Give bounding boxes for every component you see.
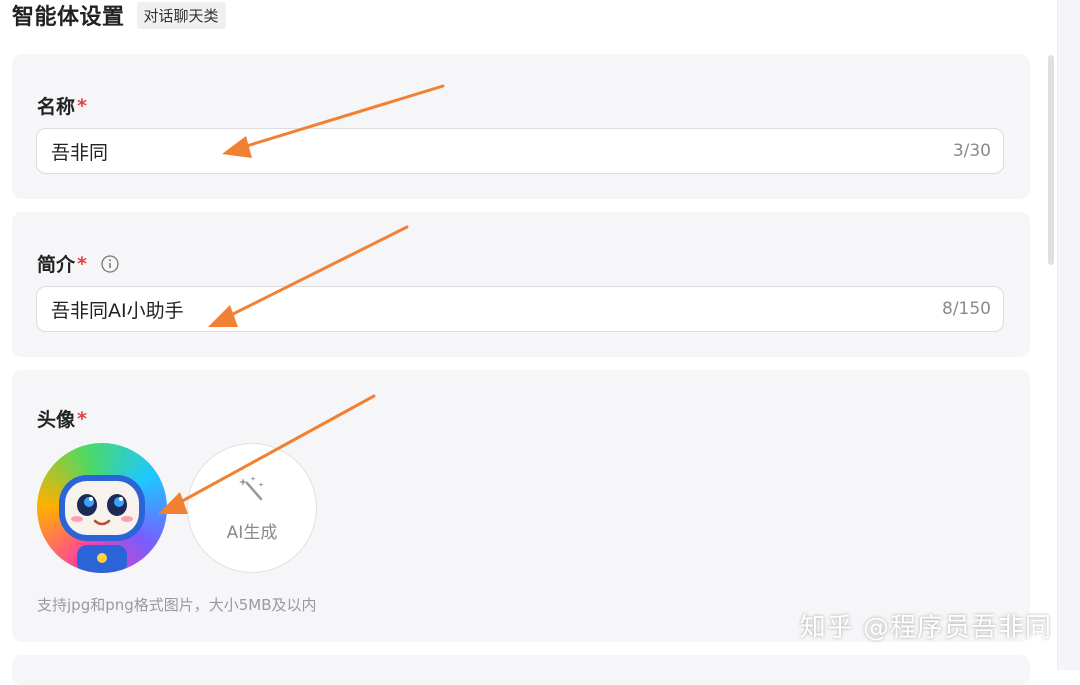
required-mark: * — [77, 407, 87, 430]
category-tag: 对话聊天类 — [136, 1, 226, 29]
name-input[interactable]: 吾非同 3/30 — [36, 128, 1004, 174]
upload-hint: 支持jpg和png格式图片，大小5MB及以内 — [37, 596, 317, 614]
intro-input[interactable]: 吾非同AI小助手 8/150 — [36, 286, 1004, 332]
intro-label: 简介 * — [37, 250, 119, 277]
name-card: 名称 * 吾非同 3/30 — [12, 54, 1030, 199]
name-label: 名称 * — [37, 94, 87, 119]
ai-generate-label: AI生成 — [226, 522, 278, 543]
required-mark: * — [77, 252, 87, 275]
intro-card: 简介 * 吾非同AI小助手 8/150 — [12, 212, 1030, 357]
robot-avatar-icon — [59, 475, 145, 573]
avatar-image[interactable] — [37, 443, 167, 573]
ai-generate-button[interactable]: AI生成 — [187, 443, 317, 573]
name-char-counter: 3/30 — [952, 141, 991, 161]
intro-char-counter: 8/150 — [942, 299, 991, 319]
watermark: 知乎 @程序员吾非同 — [799, 613, 1052, 643]
name-input-value[interactable]: 吾非同 — [51, 138, 953, 165]
avatar-label: 头像 * — [37, 407, 87, 432]
magic-wand-icon — [237, 474, 267, 508]
info-icon[interactable] — [101, 254, 119, 273]
required-mark: * — [77, 94, 87, 117]
page-header: 智能体设置 对话聊天类 — [12, 0, 226, 30]
scrollbar-thumb[interactable] — [1048, 55, 1054, 265]
page-title: 智能体设置 — [12, 5, 125, 30]
avatar-card: 头像 * AI生成 支持jpg和png格式图片，大小5MB及以内 — [12, 370, 1030, 642]
next-card — [12, 655, 1030, 685]
right-panel-edge — [1057, 0, 1080, 670]
intro-input-value[interactable]: 吾非同AI小助手 — [51, 296, 942, 323]
